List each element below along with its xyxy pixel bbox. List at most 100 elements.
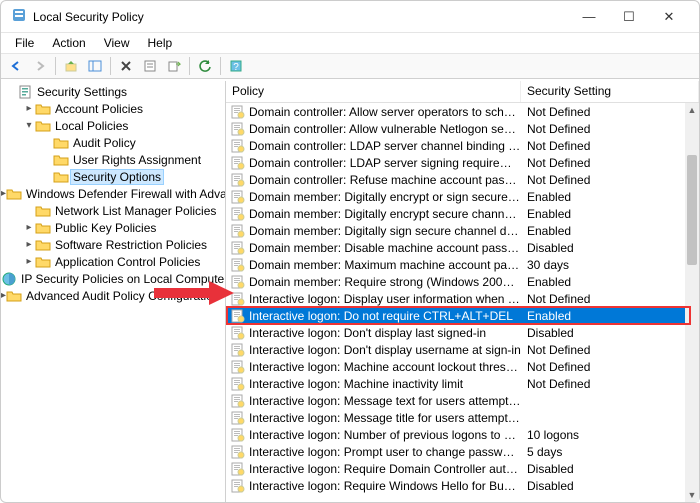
menu-help[interactable]: Help [140,35,181,51]
tree-item-label: Network List Manager Policies [53,204,218,218]
policy-row[interactable]: Domain member: Digitally sign secure cha… [226,222,699,239]
column-header-policy[interactable]: Policy [226,81,521,102]
minimize-button[interactable]: — [569,1,609,33]
policy-row[interactable]: Interactive logon: Don't display last si… [226,324,699,341]
policy-item-icon [230,240,246,256]
tree-item[interactable]: IP Security Policies on Local Compute [1,270,225,287]
policy-item-icon [230,104,246,120]
policy-row[interactable]: Interactive logon: Prompt user to change… [226,443,699,460]
toolbar-separator [189,57,190,75]
tree-item[interactable]: ▸Advanced Audit Policy Configuration [1,287,225,304]
back-button[interactable] [5,55,27,77]
properties-button[interactable] [139,55,161,77]
policy-value: 5 days [521,445,562,459]
tree-item-label: Advanced Audit Policy Configuration [24,289,221,303]
close-button[interactable]: ✕ [649,1,689,33]
scroll-up-button[interactable]: ▲ [685,103,699,117]
tree-item[interactable]: Network List Manager Policies [1,202,225,219]
menu-action[interactable]: Action [44,35,93,51]
refresh-button[interactable] [194,55,216,77]
titlebar[interactable]: Local Security Policy — ☐ ✕ [1,1,699,33]
up-button[interactable] [60,55,82,77]
policy-item-icon [230,155,246,171]
policy-name: Domain member: Require strong (Windows 2… [249,275,521,289]
toolbar-separator [220,57,221,75]
policy-name: Domain member: Digitally encrypt secure … [249,207,521,221]
tree-twisty[interactable]: ▸ [23,256,35,267]
tree-item[interactable]: ▸Account Policies [1,100,225,117]
tree-item[interactable]: ▸Public Key Policies [1,219,225,236]
policy-value: Not Defined [521,105,590,119]
delete-button[interactable] [115,55,137,77]
policy-name: Domain member: Digitally sign secure cha… [249,224,521,238]
policy-row[interactable]: Interactive logon: Message title for use… [226,409,699,426]
scrollbar-thumb[interactable] [687,155,697,265]
policy-row[interactable]: Interactive logon: Machine inactivity li… [226,375,699,392]
policy-row[interactable]: Domain controller: LDAP server channel b… [226,137,699,154]
tree-item-label: Application Control Policies [53,255,202,269]
policy-value: Enabled [521,224,571,238]
tree-item-label: User Rights Assignment [71,153,203,167]
folder-icon [35,220,51,236]
policy-row[interactable]: Domain member: Digitally encrypt or sign… [226,188,699,205]
tree-item[interactable]: ▸Software Restriction Policies [1,236,225,253]
menubar: File Action View Help [1,33,699,53]
list-header[interactable]: Policy Security Setting [226,81,699,103]
tree-item[interactable]: ▾Local Policies [1,117,225,134]
help-button[interactable]: ? [225,55,247,77]
tree-twisty[interactable]: ▸ [23,222,35,233]
menu-file[interactable]: File [7,35,42,51]
policy-row[interactable]: Domain member: Disable machine account p… [226,239,699,256]
maximize-button[interactable]: ☐ [609,1,649,33]
policy-row[interactable]: Interactive logon: Do not require CTRL+A… [226,307,699,324]
list-pane: Policy Security Setting Domain controlle… [226,81,699,502]
policy-row[interactable]: Domain member: Require strong (Windows 2… [226,273,699,290]
list-body[interactable]: Domain controller: Allow server operator… [226,103,699,502]
policy-value: Not Defined [521,343,590,357]
policy-row[interactable]: Interactive logon: Require Domain Contro… [226,460,699,477]
policy-value: Enabled [521,190,571,204]
policy-item-icon [230,478,246,494]
policy-name: Domain controller: Allow server operator… [249,105,521,119]
policy-row[interactable]: Interactive logon: Number of previous lo… [226,426,699,443]
policy-name: Interactive logon: Machine account locko… [249,360,521,374]
show-hide-tree-button[interactable] [84,55,106,77]
vertical-scrollbar[interactable]: ▲ ▼ [685,103,699,502]
policy-row[interactable]: Domain member: Maximum machine account p… [226,256,699,273]
column-header-setting[interactable]: Security Setting [521,81,699,102]
tree-item[interactable]: ▸Windows Defender Firewall with Adva [1,185,225,202]
menu-view[interactable]: View [96,35,138,51]
tree-item[interactable]: Audit Policy [1,134,225,151]
policy-row[interactable]: Domain member: Digitally encrypt secure … [226,205,699,222]
policy-row[interactable]: Interactive logon: Display user informat… [226,290,699,307]
tree-pane[interactable]: Security Settings▸Account Policies▾Local… [1,81,226,502]
policy-row[interactable]: Interactive logon: Don't display usernam… [226,341,699,358]
tree-twisty[interactable]: ▾ [23,120,35,131]
policy-row[interactable]: Domain controller: LDAP server signing r… [226,154,699,171]
export-button[interactable] [163,55,185,77]
policy-value: Enabled [521,207,571,221]
policy-row[interactable]: Interactive logon: Message text for user… [226,392,699,409]
forward-button[interactable] [29,55,51,77]
folder-icon [6,288,22,304]
app-icon [11,7,27,26]
tree-twisty[interactable]: ▸ [23,103,35,114]
folder-icon [35,254,51,270]
tree-item[interactable]: Security Settings [1,83,225,100]
scroll-down-button[interactable]: ▼ [685,488,699,502]
tree-item[interactable]: User Rights Assignment [1,151,225,168]
tree-twisty[interactable]: ▸ [23,239,35,250]
toolbar-separator [110,57,111,75]
tree-item[interactable]: ▸ Application Control Policies [1,253,225,270]
policy-row[interactable]: Domain controller: Allow vulnerable Netl… [226,120,699,137]
policy-row[interactable]: Interactive logon: Require Windows Hello… [226,477,699,494]
policy-name: Interactive logon: Message title for use… [249,411,521,425]
tree-item-label: Security Settings [35,85,129,99]
policy-row[interactable]: Domain controller: Allow server operator… [226,103,699,120]
policy-name: Domain controller: LDAP server signing r… [249,156,521,170]
policy-row[interactable]: Domain controller: Refuse machine accoun… [226,171,699,188]
policy-row[interactable]: Interactive logon: Machine account locko… [226,358,699,375]
policy-item-icon [230,172,246,188]
tree-item[interactable]: Security Options [1,168,225,185]
policy-value: Not Defined [521,377,590,391]
